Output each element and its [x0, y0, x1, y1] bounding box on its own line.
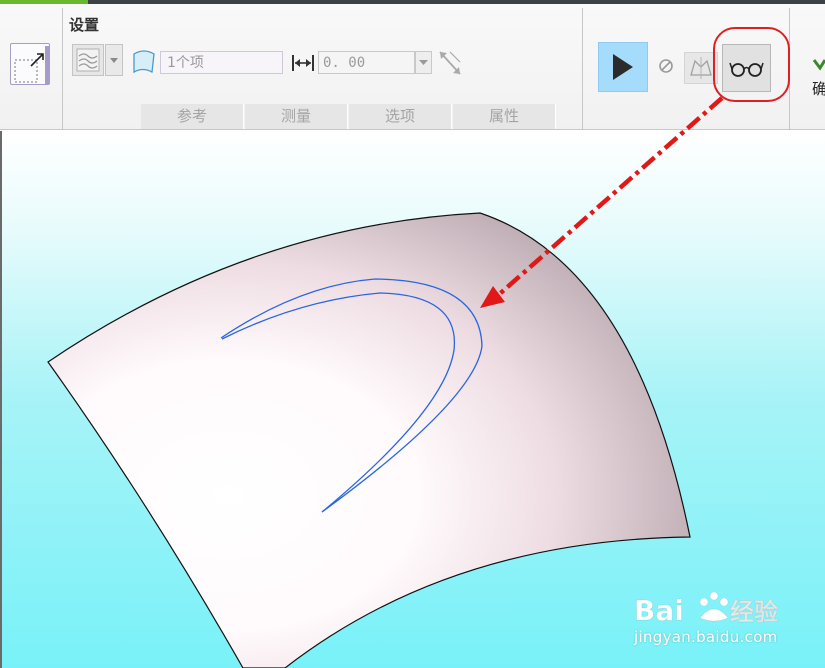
svg-text:经验: 经验: [730, 598, 778, 626]
model-scene: [47, 96, 724, 668]
annotation-arrow: [480, 96, 724, 308]
svg-text:Bai: Bai: [634, 594, 684, 627]
quilt-surface[interactable]: [47, 212, 691, 668]
watermark-url: jingyan.baidu.com: [634, 628, 778, 646]
